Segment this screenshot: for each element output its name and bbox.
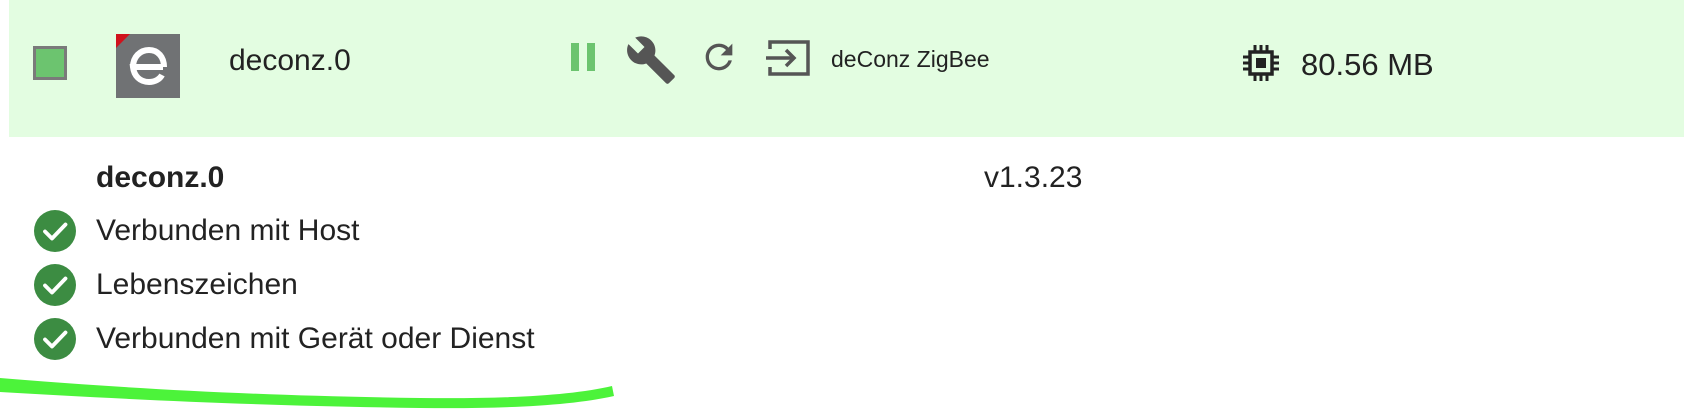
status-square-icon[interactable] [33,46,67,80]
reload-icon[interactable] [699,37,739,77]
status-item-label: Verbunden mit Gerät oder Dienst [96,322,535,355]
status-item-label: Verbunden mit Host [96,214,360,247]
check-circle-icon [34,318,76,360]
wrench-icon[interactable] [625,34,677,86]
check-circle-icon [34,210,76,252]
status-item-host: Verbunden mit Host [34,210,359,252]
status-item-device: Verbunden mit Gerät oder Dienst [34,318,535,360]
pause-icon[interactable] [565,39,601,75]
instance-page: deconz.0 deConz ZigBee 80.56 MB deconz.0… [0,0,1684,409]
ram-usage: 80.56 MB [1301,47,1434,82]
annotation-underline [0,378,614,409]
instance-row[interactable]: deconz.0 deConz ZigBee 80.56 MB [9,0,1684,137]
adapter-logo [116,34,180,98]
instance-name: deconz.0 [229,44,351,77]
instance-title: deConz ZigBee [831,46,990,72]
status-item-heartbeat: Lebenszeichen [34,264,298,306]
status-item-label: Lebenszeichen [96,268,298,301]
detail-version: v1.3.23 [984,161,1083,194]
login-arrow-icon[interactable] [764,37,812,79]
detail-instance-name: deconz.0 [96,161,225,194]
check-circle-icon [34,264,76,306]
chip-icon [1243,45,1279,81]
